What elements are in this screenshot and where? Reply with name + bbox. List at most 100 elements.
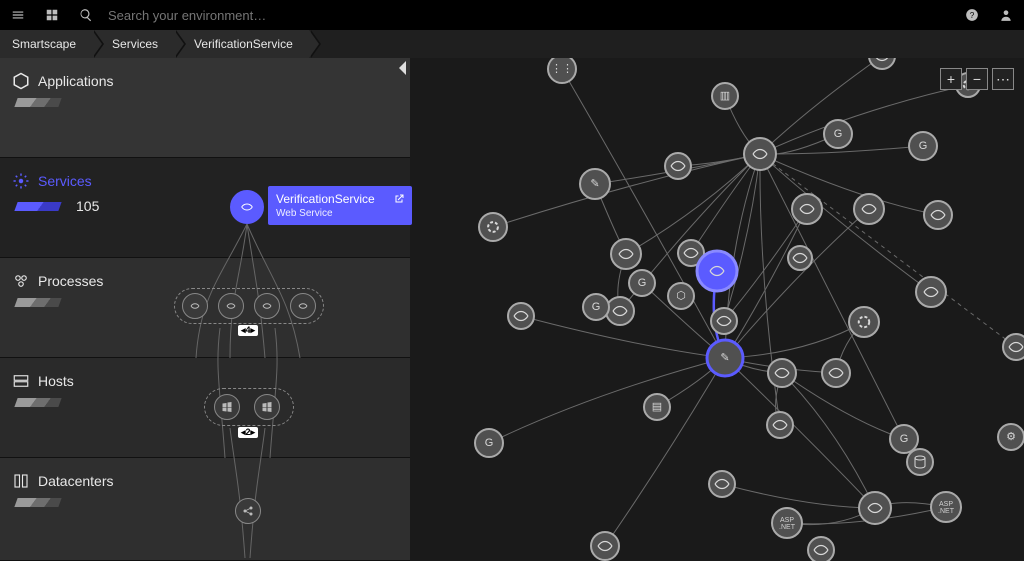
main-area: Applications Services 105	[0, 58, 1024, 561]
grid-icon	[45, 8, 59, 22]
graph-node[interactable]	[611, 239, 641, 269]
breadcrumb-services[interactable]: Services	[92, 30, 174, 58]
graph-node[interactable]	[606, 297, 634, 325]
graph-node[interactable]: G	[824, 120, 852, 148]
graph-canvas[interactable]: ▥✎✎⋮⋮▤GGGGGASP.NETASP.NET⚙⬡G	[410, 58, 1024, 561]
svg-text:G: G	[638, 277, 647, 289]
layer-processes-header[interactable]: Processes	[12, 272, 148, 290]
graph-edge	[760, 154, 904, 439]
graph-node[interactable]: ✎	[707, 340, 743, 376]
graph-node[interactable]	[744, 138, 776, 170]
breadcrumb-current[interactable]: VerificationService	[174, 30, 309, 58]
graph-edge	[725, 209, 807, 358]
graph-node[interactable]: G	[475, 429, 503, 457]
tooltip-open-button[interactable]	[392, 192, 406, 206]
crumb-label: Services	[112, 37, 158, 51]
graph-edge	[489, 358, 725, 443]
layer-stripe	[14, 498, 61, 507]
graph-edge	[760, 58, 882, 154]
layer-label: Processes	[38, 273, 103, 289]
graph-node[interactable]	[1003, 334, 1024, 360]
graph-node[interactable]	[768, 359, 796, 387]
graph-node[interactable]	[697, 251, 737, 291]
graph-edge	[493, 154, 760, 227]
datacenter-icon	[12, 472, 30, 490]
layer-stripe	[14, 202, 61, 211]
svg-text:ASP: ASP	[939, 501, 953, 508]
search-input[interactable]	[106, 7, 406, 24]
graph-node[interactable]	[869, 58, 895, 69]
svg-text:G: G	[485, 437, 494, 449]
svg-text:✎: ✎	[590, 178, 599, 190]
graph-node[interactable]: ▥	[712, 83, 738, 109]
graph-node[interactable]	[591, 532, 619, 560]
graph-node[interactable]: ASP.NET	[931, 492, 961, 522]
graph-edge	[760, 154, 931, 292]
zoom-out-button[interactable]: −	[966, 68, 988, 90]
graph-node[interactable]	[711, 308, 737, 334]
graph-node[interactable]	[854, 194, 884, 224]
hexagon-icon	[12, 72, 30, 90]
graph-node[interactable]	[849, 307, 879, 337]
svg-text:.NET: .NET	[938, 508, 955, 515]
graph-edge	[722, 484, 875, 508]
dashboard-button[interactable]	[42, 5, 62, 25]
svg-text:G: G	[900, 433, 909, 445]
zoom-out-label: −	[973, 71, 981, 87]
node-tooltip: VerificationService Web Service	[268, 186, 412, 225]
layer-services-header[interactable]: Services	[12, 172, 148, 190]
menu-button[interactable]	[8, 5, 28, 25]
graph-node[interactable]	[767, 412, 793, 438]
services-count: 105	[76, 198, 99, 214]
graph-node[interactable]: ⚙	[998, 424, 1024, 450]
graph-node[interactable]	[916, 277, 946, 307]
graph-node[interactable]	[508, 303, 534, 329]
more-label: ⋯	[996, 71, 1010, 88]
graph-node[interactable]: G	[909, 132, 937, 160]
help-icon: ?	[965, 8, 979, 22]
graph-node[interactable]	[788, 246, 812, 270]
graph-node[interactable]	[665, 153, 691, 179]
topbar: ?	[0, 0, 1024, 30]
graph-node[interactable]: G	[890, 425, 918, 453]
graph-more-button[interactable]: ⋯	[992, 68, 1014, 90]
graph-node[interactable]: ASP.NET	[772, 508, 802, 538]
graph-node[interactable]: ✎	[580, 169, 610, 199]
datacenter-node[interactable]	[235, 498, 261, 524]
user-icon	[999, 8, 1013, 22]
external-link-icon	[393, 193, 405, 205]
topology-graph[interactable]: + − ⋯ ▥✎✎⋮⋮▤GGGGGASP.NETASP.NET⚙⬡G	[410, 58, 1024, 561]
graph-node[interactable]: ⬡	[668, 283, 694, 309]
graph-node[interactable]	[709, 471, 735, 497]
zoom-in-label: +	[947, 71, 955, 87]
graph-node[interactable]	[792, 194, 822, 224]
graph-node[interactable]: G	[583, 294, 609, 320]
layer-applications: Applications	[0, 58, 410, 158]
layer-stripe	[14, 98, 61, 107]
layer-hosts-header[interactable]: Hosts	[12, 372, 148, 390]
layer-datacenters-header[interactable]: Datacenters	[12, 472, 148, 490]
graph-node[interactable]: ⋮⋮	[548, 58, 576, 83]
search-button[interactable]	[76, 5, 96, 25]
help-button[interactable]: ?	[962, 5, 982, 25]
breadcrumb: Smartscape Services VerificationService	[0, 30, 1024, 58]
graph-node[interactable]	[859, 492, 891, 524]
svg-text:▤: ▤	[652, 401, 662, 413]
graph-node[interactable]	[479, 213, 507, 241]
layer-applications-header[interactable]: Applications	[12, 72, 148, 90]
topbar-right: ?	[962, 5, 1016, 25]
graph-node[interactable]	[924, 201, 952, 229]
zoom-in-button[interactable]: +	[940, 68, 962, 90]
graph-node[interactable]	[808, 537, 834, 561]
graph-node[interactable]	[907, 449, 933, 475]
breadcrumb-smartscape[interactable]: Smartscape	[0, 30, 92, 58]
gear-icon	[12, 172, 30, 190]
tooltip-subtitle: Web Service	[276, 208, 404, 219]
graph-node[interactable]	[822, 359, 850, 387]
user-button[interactable]	[996, 5, 1016, 25]
graph-node[interactable]: ▤	[644, 394, 670, 420]
svg-text:⬡: ⬡	[676, 290, 686, 302]
layer-stripe	[14, 398, 61, 407]
svg-text:.NET: .NET	[779, 524, 796, 531]
graph-node[interactable]: G	[629, 270, 655, 296]
